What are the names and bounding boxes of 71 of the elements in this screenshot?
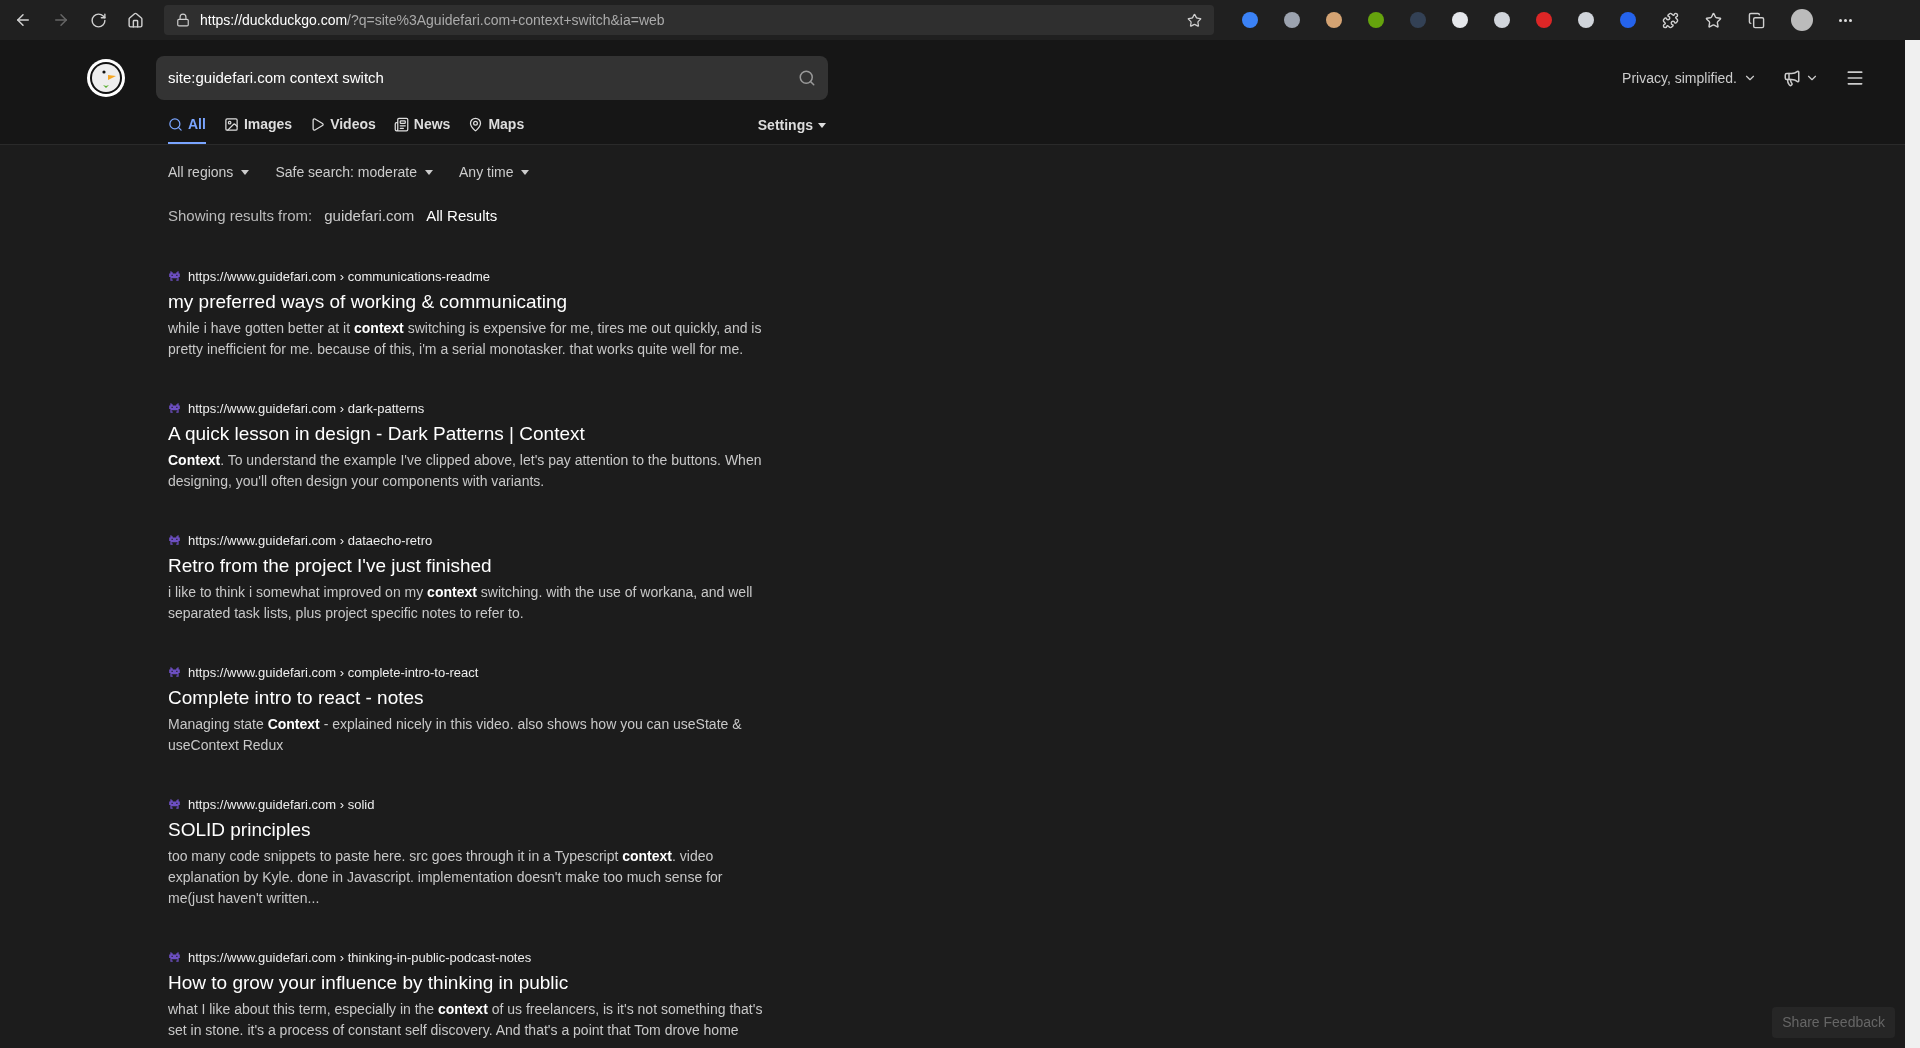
result-url[interactable]: https://www.guidefari.com › thinking-in-public-podcast-notes bbox=[188, 947, 532, 968]
menu-icon[interactable] bbox=[1845, 68, 1865, 88]
result-title[interactable]: my preferred ways of working & communicating bbox=[168, 287, 768, 316]
home-button[interactable] bbox=[127, 11, 144, 29]
puzzle-icon[interactable] bbox=[1662, 11, 1679, 29]
megaphone-dropdown[interactable] bbox=[1783, 69, 1819, 87]
search-field[interactable]: site:guidefari.com context switch bbox=[156, 56, 828, 100]
result-title[interactable]: SOLID principles bbox=[168, 815, 768, 844]
play-icon bbox=[310, 116, 326, 132]
url-text: https://duckduckgo.com/?q=site%3Aguidefari.com+context+switch&ia=web bbox=[200, 10, 666, 30]
extension-icon[interactable] bbox=[1326, 12, 1342, 28]
result-title[interactable]: Complete intro to react - notes bbox=[168, 683, 768, 712]
extension-icon[interactable] bbox=[1494, 12, 1510, 28]
megaphone-icon bbox=[1783, 69, 1801, 87]
favorite-icon[interactable] bbox=[1187, 12, 1202, 28]
lock-icon bbox=[176, 13, 190, 27]
result-snippet: while i have gotten better at it context switching is expensive for me, tires me out quickly, and is pretty inefficient for me. because of this, i'm a serial monotasker. that works quite well for me. bbox=[168, 318, 763, 359]
image-icon bbox=[223, 116, 239, 132]
search-tab[interactable]: Videos bbox=[310, 106, 376, 144]
search-tab[interactable]: Maps bbox=[468, 106, 525, 144]
invader-icon bbox=[168, 402, 181, 415]
filter-dropdown[interactable]: Any time bbox=[459, 162, 530, 183]
search-icon[interactable] bbox=[798, 69, 816, 87]
favorites-icon[interactable] bbox=[1705, 11, 1722, 29]
caret-icon bbox=[521, 170, 530, 175]
invader-icon bbox=[168, 798, 181, 811]
result-snippet: Managing state Context - explained nicely in this video. also shows how you can useState & useContext Redux bbox=[168, 714, 743, 755]
search-tab[interactable]: Images bbox=[223, 106, 293, 144]
forward-button[interactable] bbox=[52, 11, 70, 29]
result-url[interactable]: https://www.guidefari.com › communications-readme bbox=[188, 266, 490, 287]
tagline-dropdown[interactable]: Privacy, simplified. bbox=[1622, 67, 1757, 89]
result-title[interactable]: Retro from the project I've just finished bbox=[168, 551, 768, 580]
caret-icon bbox=[241, 170, 250, 175]
extension-icon[interactable] bbox=[1368, 12, 1384, 28]
search-tab[interactable]: All bbox=[168, 106, 206, 144]
all-results-link[interactable]: All Results bbox=[426, 205, 498, 228]
filter-dropdown[interactable]: Safe search: moderate bbox=[275, 162, 433, 183]
filter-dropdown[interactable]: All regions bbox=[168, 162, 250, 183]
search-tab[interactable]: News bbox=[393, 106, 451, 144]
caret-icon bbox=[818, 122, 826, 128]
result-title[interactable]: How to grow your influence by thinking in public bbox=[168, 968, 768, 997]
result-url[interactable]: https://www.guidefari.com › dark-patterns bbox=[188, 398, 425, 419]
invader-icon bbox=[168, 534, 181, 547]
back-button[interactable] bbox=[14, 11, 32, 29]
duck-logo bbox=[86, 58, 126, 98]
result-url[interactable]: https://www.guidefari.com › complete-intro-to-react bbox=[188, 662, 479, 683]
extension-icon[interactable] bbox=[1284, 12, 1300, 28]
result-snippet: i like to think i somewhat improved on my context switching. with the use of workana, and well separated task lists, plus project specific notes to refer to. bbox=[168, 582, 754, 623]
invader-icon bbox=[168, 666, 181, 679]
result-url[interactable]: https://www.guidefari.com › solid bbox=[188, 794, 375, 815]
reload-button[interactable] bbox=[90, 11, 107, 29]
settings-dropdown[interactable]: Settings bbox=[757, 114, 826, 136]
invader-icon bbox=[168, 951, 181, 964]
result-url[interactable]: https://www.guidefari.com › dataecho-retro bbox=[188, 530, 433, 551]
caret-icon bbox=[425, 170, 433, 175]
newspaper-icon bbox=[393, 116, 409, 132]
profile-avatar[interactable] bbox=[1791, 9, 1813, 31]
extension-icon[interactable] bbox=[1578, 12, 1594, 28]
showing-label: Showing results from: bbox=[168, 206, 313, 226]
map-pin-icon bbox=[468, 116, 484, 132]
result-snippet: what I like about this term, especially in the context of us freelancers, is it's not something that's set in stone. it's a process of constant self discovery. And that's a point that Tom drove home bbox=[168, 999, 764, 1040]
collections-icon[interactable] bbox=[1748, 11, 1765, 29]
result-snippet: too many code snippets to paste here. src goes through it in a Typescript context. video explanation by Kyle. done in Javascript. implementation doesn't make too much sense for me(just haven't written... bbox=[168, 846, 724, 908]
invader-icon bbox=[168, 270, 181, 283]
extension-icon[interactable] bbox=[1452, 12, 1468, 28]
result-title[interactable]: A quick lesson in design - Dark Patterns | Context bbox=[168, 419, 768, 448]
address-bar[interactable]: https://duckduckgo.com/?q=site%3Aguidefari.com+context+switch&ia=web bbox=[164, 5, 1214, 35]
result-snippet: Context. To understand the example I've clipped above, let's pay attention to the buttons. When designing, you'll often design your components with variants. bbox=[168, 450, 763, 491]
site-filter-link[interactable]: guidefari.com bbox=[324, 205, 415, 228]
search-icon bbox=[168, 116, 183, 132]
more-icon[interactable] bbox=[1839, 18, 1852, 22]
